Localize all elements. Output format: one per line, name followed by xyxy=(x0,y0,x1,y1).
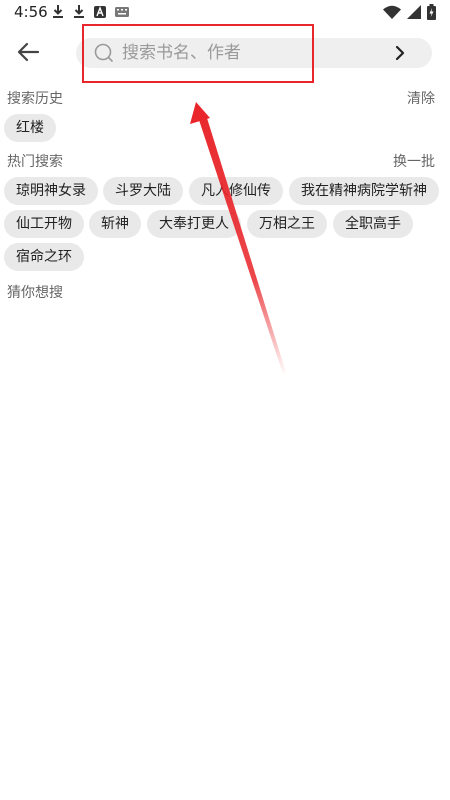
download-icon xyxy=(53,5,63,18)
download-icon xyxy=(74,5,84,18)
system-icons xyxy=(383,4,436,20)
status-bar: 4:56 xyxy=(0,0,450,24)
hot-tag[interactable]: 万相之王 xyxy=(247,210,327,238)
search-history-title: 搜索历史 xyxy=(7,91,63,107)
search-toolbar xyxy=(0,24,450,80)
clear-history-button[interactable]: 清除 xyxy=(407,88,435,108)
hot-tag[interactable]: 全职高手 xyxy=(333,210,413,238)
hot-tag[interactable]: 凡人修仙传 xyxy=(189,177,283,205)
notification-icons xyxy=(52,5,129,19)
battery-icon xyxy=(427,4,436,20)
hot-tag[interactable]: 仙工开物 xyxy=(4,210,84,238)
hot-tag[interactable]: 宿命之环 xyxy=(4,243,84,271)
guess-title: 猜你想搜 xyxy=(7,285,63,301)
annotation-arrow xyxy=(190,102,287,377)
hot-tag[interactable]: 斩神 xyxy=(89,210,141,238)
hot-tag[interactable]: 琼明神女录 xyxy=(4,177,98,205)
hot-tag[interactable]: 大奉打更人 xyxy=(147,210,241,238)
hot-tag[interactable]: 斗罗大陆 xyxy=(103,177,183,205)
status-time: 4:56 xyxy=(14,3,48,21)
guess-header: 猜你想搜 xyxy=(7,282,435,302)
search-box[interactable] xyxy=(76,38,432,68)
refresh-hot-button[interactable]: 换一批 xyxy=(393,151,435,171)
keyboard-icon xyxy=(115,7,129,17)
hot-search-header: 热门搜索 换一批 xyxy=(7,151,435,171)
search-history-header: 搜索历史 清除 xyxy=(7,88,435,108)
chevron-right-icon[interactable] xyxy=(392,44,408,62)
hot-tag[interactable]: 我在精神病院学斩神 xyxy=(289,177,439,205)
history-tag[interactable]: 红楼 xyxy=(4,114,56,142)
a-app-icon xyxy=(94,6,106,18)
wifi-icon xyxy=(383,5,401,19)
cell-signal-icon xyxy=(407,5,421,19)
search-input[interactable] xyxy=(120,42,374,64)
back-arrow-icon[interactable] xyxy=(14,40,42,64)
hot-search-title: 热门搜索 xyxy=(7,154,63,170)
search-icon xyxy=(94,43,114,63)
